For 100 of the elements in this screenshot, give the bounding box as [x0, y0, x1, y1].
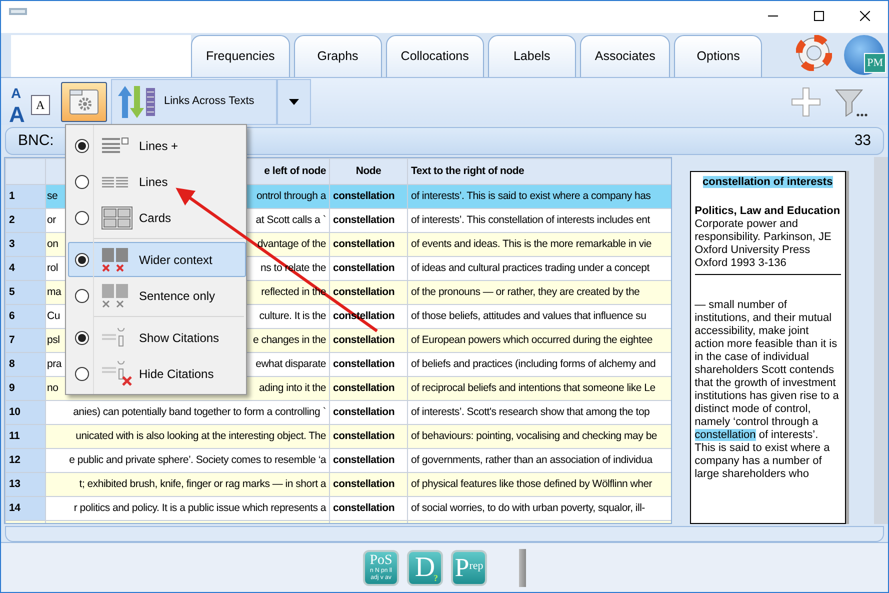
left-context-start: psl: [47, 332, 60, 348]
right-context: of interests’. This is said to exist where a company has: [411, 190, 651, 202]
divider-bar: [519, 548, 526, 587]
row-number: 13: [6, 472, 46, 497]
right-context: of ideas and cultural practices trading under a concept: [411, 262, 650, 274]
cards-icon: [101, 206, 133, 230]
radio-button[interactable]: [75, 288, 89, 302]
left-context-start: no: [47, 380, 58, 396]
row-number: 14: [6, 496, 46, 521]
left-context-start: Cu: [47, 308, 60, 324]
left-context: culture. It is the: [259, 308, 326, 324]
row-number: 3: [6, 232, 46, 257]
right-context: of physical features like those defined by Wölflinn wher: [411, 478, 652, 490]
tab[interactable]: Associates: [580, 35, 670, 78]
left-context: t; exhibited brush, knife, finger or rag marks — in short a: [79, 476, 326, 492]
radio-button[interactable]: [75, 210, 89, 224]
citation-icon: [101, 328, 125, 347]
left-context: ewhat disparate: [256, 356, 326, 372]
row-number: 7: [6, 328, 46, 353]
node-word: constellation: [333, 214, 395, 226]
left-context-start: rol: [47, 260, 58, 276]
node-word: constellation: [333, 190, 395, 202]
tab[interactable]: Options: [674, 35, 762, 78]
row-number: 10: [6, 400, 46, 425]
source-line: Oxford 1993 3-136: [694, 257, 788, 270]
genre-label: Politics, Law and Education: [694, 205, 841, 218]
node-word: constellation: [333, 262, 395, 274]
concordance-row[interactable]: 13 t; exhibited brush, knife, finger or rag marks — in short a constellation of physical features like those defined by Wölflinn wher: [6, 472, 671, 497]
right-context: of events and ideas. This is the more remarkable in vie: [411, 238, 652, 250]
left-context-start: se: [47, 188, 58, 204]
layout-button[interactable]: [61, 82, 107, 122]
column-header[interactable]: Text to the right of node: [408, 158, 671, 185]
node-word: constellation: [333, 238, 395, 250]
row-number: 6: [6, 304, 46, 329]
row-number: 9: [6, 376, 46, 401]
right-context: of the pronouns — or rather, they are created by the: [411, 286, 640, 298]
left-context: anies) can potentially band together to form a controlling `: [73, 404, 326, 420]
left-context: unicated with is also looking at the interesting object. The: [76, 428, 326, 444]
left-context: r politics and policy. It is a public issue which represents a: [74, 500, 326, 516]
source-line: Oxford University Press: [694, 244, 812, 258]
left-context-start: on: [47, 236, 58, 252]
row-number: 5: [6, 280, 46, 305]
node-word: constellation: [333, 286, 395, 298]
left-context: dvantage of the: [257, 236, 326, 252]
left-context-start: ma: [47, 284, 62, 300]
tab[interactable]: Labels: [488, 35, 576, 78]
node-word: constellation: [333, 478, 395, 490]
radio-button[interactable]: [75, 330, 89, 344]
close-icon: [860, 11, 870, 21]
concordance-row[interactable]: 11 unicated with is also looking at the interesting object. The constellation of behaviours: pointing, vocalising and checking may be: [6, 424, 671, 449]
tab[interactable]: Collocations: [386, 35, 484, 78]
horizontal-scrollbar[interactable]: [5, 526, 884, 542]
right-context: of those beliefs, attitudes and values that influence su: [411, 310, 646, 322]
right-context: of reciprocal beliefs and intentions that someone like Le: [411, 382, 656, 394]
source-line: Corporate power and responsibility. Parkinson, JE: [694, 218, 832, 244]
row-number: 11: [6, 424, 46, 449]
row-number: 4: [6, 256, 46, 281]
right-context: of interests’. This constellation of interests includes ent: [411, 214, 650, 226]
radio-button[interactable]: [75, 174, 89, 188]
row-number: 2: [6, 208, 46, 233]
menu-item[interactable]: Wider context: [68, 242, 246, 277]
column-header[interactable]: Node: [330, 158, 408, 185]
card-title: constellation of interests: [702, 176, 833, 188]
caret-icon: [289, 98, 300, 105]
font-size-button[interactable]: A A A: [9, 80, 53, 123]
app-icon: [9, 7, 27, 15]
radio-button[interactable]: [75, 138, 89, 152]
maximize-icon: [814, 11, 824, 21]
right-context: of social worries, to do with urban poverty, squalor, ill-: [411, 502, 645, 514]
right-context: of governments, rather than an association of individua: [411, 454, 652, 466]
node-word: constellation: [333, 406, 395, 418]
left-context: at Scott calls a `: [256, 212, 326, 228]
node-word: constellation: [333, 430, 395, 442]
tab[interactable]: Frequencies: [191, 35, 290, 78]
right-context: of European powers which occurred during the eightee: [411, 334, 652, 346]
left-context: ontrol through a: [256, 188, 326, 204]
sort-button[interactable]: Links Across Texts: [111, 78, 278, 125]
lines-plus-icon: [101, 137, 129, 154]
node-word: constellation: [333, 358, 395, 370]
citation-remove-icon: [101, 361, 132, 386]
tab[interactable]: Graphs: [294, 35, 382, 78]
scrollbar[interactable]: [874, 157, 888, 524]
menu-item[interactable]: Lines +: [68, 128, 246, 163]
right-context: of interests’. Scott's research show that among the top: [411, 406, 650, 418]
radio-button[interactable]: [75, 366, 89, 380]
left-context: ading into it the: [259, 380, 326, 396]
right-context: of behaviours: pointing, vocalising and checking may be: [411, 430, 657, 442]
row-number: 12: [6, 448, 46, 473]
left-context: e public and private sphere’. Society comes to resemble ‘a: [69, 452, 326, 468]
gear-icon: [69, 88, 99, 115]
sort-arrows-icon: [116, 84, 156, 120]
node-word: constellation: [333, 382, 395, 394]
node-word: constellation: [333, 502, 395, 514]
context-paragraph: — small number of institutions, and their mutual accessibility, make joint action more feasible than it is in the case of individual shareholders Scott contends that the growth of investment institutions has given rise to a distinct mode of control, namely ‘control through a constellation of interests’. This is said to exist where a company has a number of large shareholders who: [694, 299, 840, 482]
left-context-start: pra: [47, 356, 62, 372]
row-number: 8: [6, 352, 46, 377]
radio-button[interactable]: [75, 252, 89, 266]
right-context: of beliefs and practices (including forms of alchemy and: [411, 358, 656, 370]
left-context: e changes in the: [252, 332, 326, 348]
row-number: 1: [6, 184, 46, 209]
